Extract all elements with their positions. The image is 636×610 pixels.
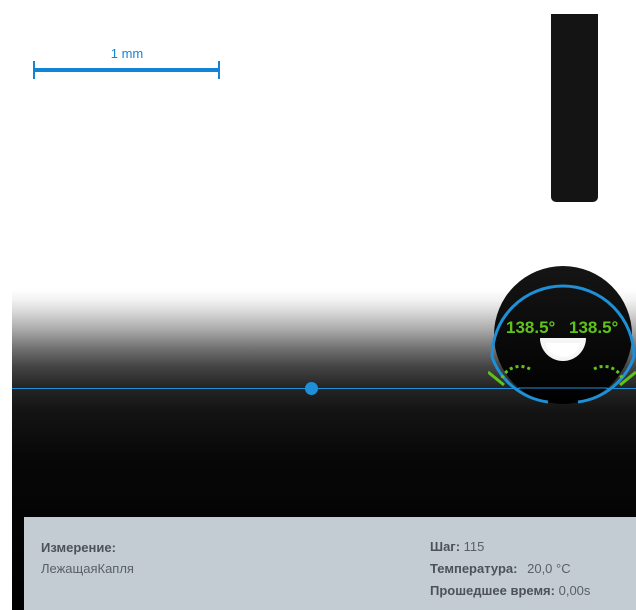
temperature-row: Температура: 20,0 °C: [430, 561, 571, 576]
info-panel: Измерение: ЛежащаяКапля Шаг: 115 Темпера…: [24, 517, 636, 610]
step-label: Шаг:: [430, 539, 461, 554]
temperature-value: 20,0 °C: [527, 561, 571, 576]
elapsed-row: Прошедшее время: 0,00s: [430, 583, 590, 598]
scale-bar-label: 1 mm: [110, 46, 144, 61]
baseline-handle[interactable]: [305, 382, 318, 395]
dosing-needle: [551, 14, 598, 202]
measurement-label: Измерение:: [41, 540, 116, 555]
step-value: 115: [463, 539, 485, 554]
camera-view: 1 mm 138.5° 138.5° Измерение: ЛежащаяКап…: [0, 0, 636, 610]
scale-bar: [34, 68, 220, 72]
right-contact-angle: 138.5°: [569, 318, 619, 337]
measurement-value: ЛежащаяКапля: [41, 561, 134, 576]
elapsed-value: 0,00s: [558, 583, 591, 598]
drop-zoom-lens: [488, 265, 636, 415]
left-contact-angle: 138.5°: [506, 318, 556, 337]
scale-bar-right-cap: [218, 61, 220, 79]
step-row: Шаг: 115: [430, 539, 484, 554]
temperature-label: Температура:: [430, 561, 518, 576]
elapsed-label: Прошедшее время:: [430, 583, 555, 598]
drop-zoom-graphic: [488, 266, 636, 404]
